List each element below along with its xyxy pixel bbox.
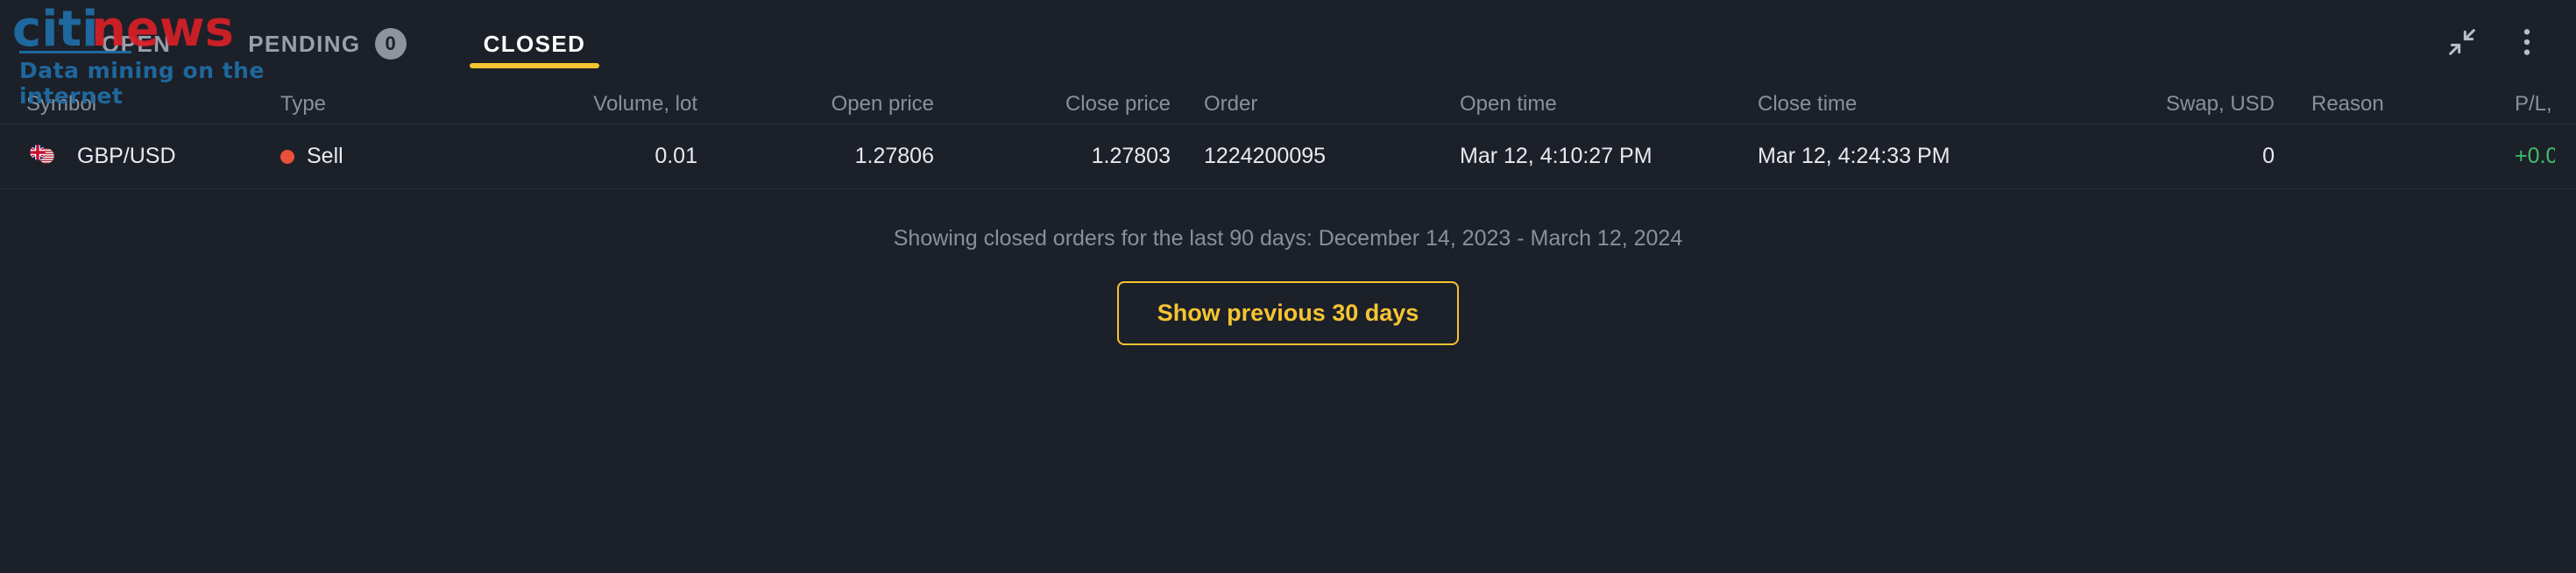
cell-close-time: Mar 12, 4:24:33 PM [1758,144,1950,168]
closed-orders-range-note: Showing closed orders for the last 90 da… [893,226,1683,251]
gbp-usd-flag-pair-icon [26,144,61,170]
cell-symbol-label: GBP/USD [77,144,176,168]
table-footer: Showing closed orders for the last 90 da… [0,226,2576,345]
kebab-menu-icon[interactable] [2509,25,2544,60]
cell-order: 1224200095 [1204,144,1327,168]
closed-orders-table: Symbol Type Volume, lot Open price Close… [0,84,2576,189]
table-header-row: Symbol Type Volume, lot Open price Close… [0,84,2576,124]
cell-pl: +0.03 [2515,144,2555,168]
column-header-close-price[interactable]: Close price [945,92,1181,117]
cell-open-time: Mar 12, 4:10:27 PM [1460,144,1652,168]
table-row[interactable]: GBP/USD Sell 0.01 1.27806 1.27803 122420… [0,124,2576,189]
orders-tab-bar: OPEN PENDING 0 CLOSED [0,0,2576,84]
column-header-type[interactable]: Type [270,92,489,117]
column-header-open-price[interactable]: Open price [708,92,945,117]
tab-open[interactable]: OPEN [63,0,209,68]
tab-closed-label: CLOSED [483,30,586,57]
cell-type: Sell [270,144,489,169]
pending-count-badge: 0 [374,28,407,60]
column-header-reason[interactable]: Reason [2285,92,2504,117]
cell-swap: 0 [2262,144,2275,168]
column-header-open-time[interactable]: Open time [1435,92,1733,117]
column-header-symbol[interactable]: Symbol [16,92,270,117]
collapse-arrows-icon[interactable] [2445,25,2480,60]
cell-symbol: GBP/USD [16,144,270,170]
column-header-swap[interactable]: Swap, USD [2057,92,2285,117]
tab-pending[interactable]: PENDING 0 [209,0,444,68]
tab-open-label: OPEN [102,30,172,57]
column-header-pl[interactable]: P/L, USD [2504,92,2555,117]
cell-close-price: 1.27803 [1091,144,1171,168]
sell-direction-dot-icon [280,149,294,164]
cell-type-label: Sell [307,144,343,168]
tab-closed[interactable]: CLOSED [445,0,625,68]
column-header-volume[interactable]: Volume, lot [489,92,708,117]
closed-orders-panel: OPEN PENDING 0 CLOSED Symbol Type Volume… [0,0,2576,573]
cell-open-price: 1.27806 [854,144,934,168]
active-tab-indicator [469,63,600,68]
column-header-order[interactable]: Order [1181,92,1435,117]
show-previous-30-days-button[interactable]: Show previous 30 days [1116,281,1460,345]
tab-pending-label: PENDING [248,30,361,57]
cell-volume: 0.01 [655,144,697,168]
uk-flag-icon [30,144,46,160]
column-header-close-time[interactable]: Close time [1733,92,2057,117]
header-actions [2445,25,2544,60]
